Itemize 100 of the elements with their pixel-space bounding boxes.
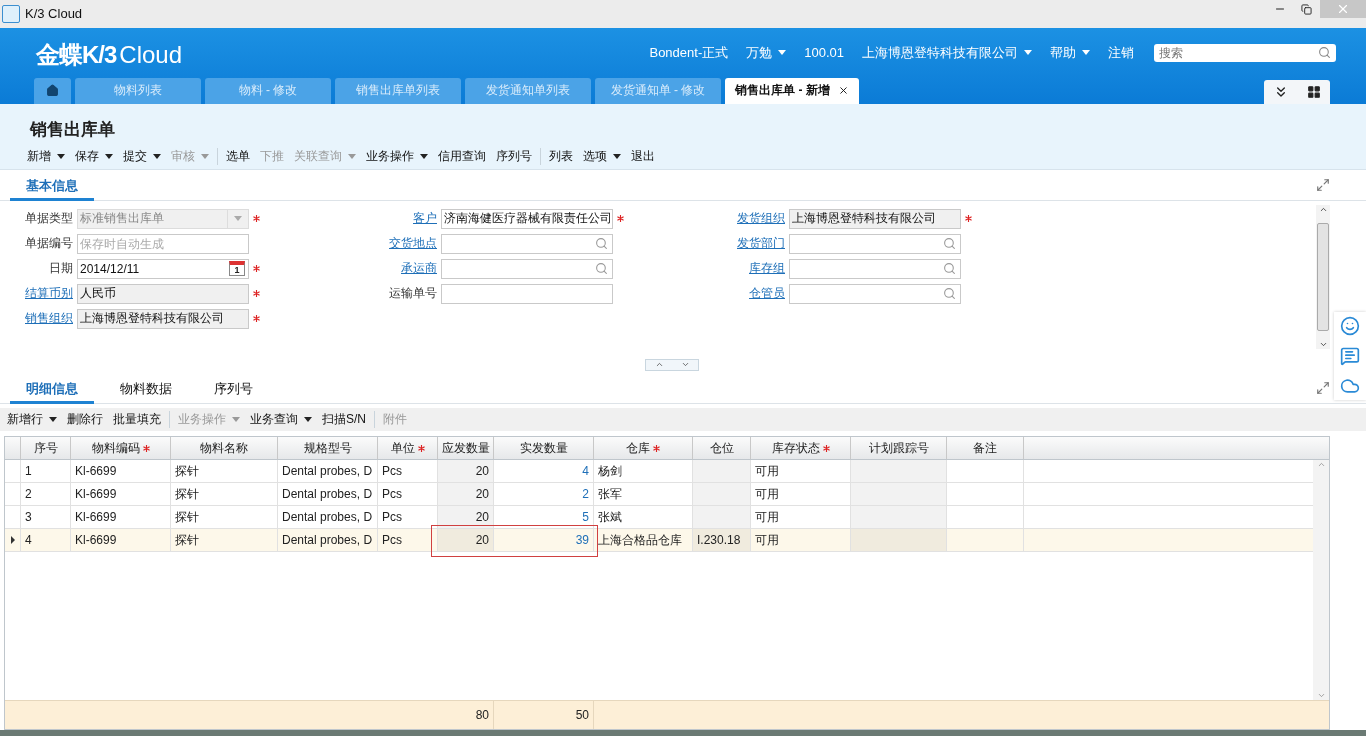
table-cell: Kl-6699 xyxy=(71,529,171,552)
toolbar-button[interactable]: 新增行 xyxy=(7,411,57,428)
column-header[interactable]: 物料编码 xyxy=(71,437,171,460)
toolbar-button[interactable]: 信用查询 xyxy=(438,147,486,165)
input-field[interactable]: 上海博恩登特科技有限公司 xyxy=(77,308,249,329)
input-field[interactable] xyxy=(441,233,613,254)
header-menu[interactable]: 上海博恩登特科技有限公司 xyxy=(862,43,1032,62)
header-menu[interactable]: 注销 xyxy=(1108,43,1134,62)
column-header[interactable]: 备注 xyxy=(947,437,1024,460)
table-cell: 2 xyxy=(494,483,594,506)
table-cell: Kl-6699 xyxy=(71,483,171,506)
table-cell: Dental probes, D xyxy=(278,506,378,529)
table-cell: 20 xyxy=(438,460,494,483)
caret-icon xyxy=(778,50,787,56)
table-cell: Kl-6699 xyxy=(71,460,171,483)
toolbar-button[interactable]: 批量填充 xyxy=(113,411,161,428)
field-link[interactable]: 销售组织 xyxy=(25,310,73,328)
column-header[interactable]: 规格型号 xyxy=(278,437,378,460)
smile-icon[interactable] xyxy=(1340,316,1360,336)
toolbar-button[interactable]: 选项 xyxy=(583,147,621,165)
toolbar-button[interactable]: 删除行 xyxy=(67,411,103,428)
caret-icon xyxy=(232,417,240,422)
table-cell: 20 xyxy=(438,506,494,529)
input-field[interactable] xyxy=(789,283,961,304)
input-field[interactable]: 保存时自动生成 xyxy=(77,233,249,254)
field-link[interactable]: 仓管员 xyxy=(749,285,785,303)
field-link[interactable]: 发货组织 xyxy=(737,210,785,228)
column-header[interactable]: 计划跟踪号 xyxy=(851,437,947,460)
table-cell: 可用 xyxy=(751,483,851,506)
calendar-icon[interactable]: 1 xyxy=(229,261,245,277)
search-icon[interactable] xyxy=(595,262,608,276)
table-cell: 可用 xyxy=(751,460,851,483)
input-field[interactable]: 人民币 xyxy=(77,283,249,304)
table-cell: 4 xyxy=(21,529,71,552)
field-link[interactable]: 客户 xyxy=(413,210,437,228)
tab[interactable]: 物料数据 xyxy=(104,379,188,404)
toolbar-button[interactable]: 保存 xyxy=(75,147,113,165)
input-field[interactable] xyxy=(441,258,613,279)
input-field[interactable]: 济南海健医疗器械有限责任公司 xyxy=(441,208,613,229)
toolbar-button[interactable]: 提交 xyxy=(123,147,161,165)
table-cell: 杨剑 xyxy=(594,460,693,483)
toolbar-button[interactable]: 业务查询 xyxy=(250,411,312,428)
table-cell: 20 xyxy=(438,529,494,552)
restore-icon xyxy=(1301,3,1312,15)
caret-icon xyxy=(201,153,209,159)
input-field[interactable] xyxy=(789,258,961,279)
input-field[interactable]: 上海博恩登特科技有限公司 xyxy=(789,208,961,229)
search-icon[interactable] xyxy=(943,237,956,251)
field-link[interactable]: 承运商 xyxy=(401,260,437,278)
table-cell: Pcs xyxy=(378,460,438,483)
toolbar-button[interactable]: 列表 xyxy=(549,147,573,165)
table-cell: 探针 xyxy=(171,460,278,483)
table-cell: Dental probes, D xyxy=(278,529,378,552)
collapse-toggle[interactable] xyxy=(645,358,699,371)
search-icon[interactable] xyxy=(943,287,956,301)
search-field[interactable]: 搜索 xyxy=(1154,43,1336,62)
search-icon[interactable] xyxy=(943,262,956,276)
header-menu[interactable]: Bondent-正式 xyxy=(649,43,729,62)
tab[interactable]: 序列号 xyxy=(198,379,269,404)
close-icon[interactable] xyxy=(837,85,849,97)
scrollbar[interactable] xyxy=(1316,204,1330,349)
header-menu[interactable]: 100.01 xyxy=(804,45,844,61)
tab[interactable]: 销售出库单 - 新增 xyxy=(725,77,859,104)
search-icon[interactable] xyxy=(1318,45,1331,59)
input-field[interactable] xyxy=(441,283,613,304)
toolbar-button[interactable]: 选单 xyxy=(226,147,250,165)
search-icon[interactable] xyxy=(595,237,608,251)
column-header[interactable]: 仓库 xyxy=(594,437,693,460)
toolbar-button[interactable]: 退出 xyxy=(631,147,655,165)
window-title: K/3 Cloud xyxy=(25,6,83,22)
toolbar-button[interactable]: 序列号 xyxy=(496,147,532,165)
field-link[interactable]: 库存组 xyxy=(749,260,785,278)
expand-button[interactable] xyxy=(1316,177,1330,192)
column-header[interactable]: 实发数量 xyxy=(494,437,594,460)
field-link[interactable]: 结算币别 xyxy=(25,285,73,303)
toolbar-button[interactable]: 业务操作 xyxy=(366,147,428,165)
header-menu[interactable]: 万勉 xyxy=(746,43,787,62)
cloud-icon[interactable] xyxy=(1340,376,1360,396)
page-title: 销售出库单 xyxy=(30,118,116,141)
field-link[interactable]: 交货地点 xyxy=(389,235,437,253)
toolbar-button[interactable]: 新增 xyxy=(27,147,65,165)
table-cell: Pcs xyxy=(378,506,438,529)
column-header[interactable]: 物料名称 xyxy=(171,437,278,460)
tab[interactable]: 明细信息 xyxy=(10,379,94,404)
scrollbar[interactable] xyxy=(1313,460,1329,701)
column-header[interactable]: 应发数量 xyxy=(438,437,494,460)
home-tab[interactable] xyxy=(34,77,71,104)
input-field[interactable] xyxy=(789,233,961,254)
expand-button[interactable] xyxy=(1316,380,1330,395)
message-icon[interactable] xyxy=(1340,346,1360,366)
column-header[interactable]: 序号 xyxy=(21,437,71,460)
header-menu[interactable]: 帮助 xyxy=(1050,43,1090,62)
table-cell: 39 xyxy=(494,529,594,552)
toolbar-button[interactable]: 扫描S/N xyxy=(322,411,366,428)
section-tab[interactable]: 基本信息 xyxy=(10,176,94,201)
column-header[interactable]: 库存状态 xyxy=(751,437,851,460)
column-header[interactable]: 单位 xyxy=(378,437,438,460)
field-link[interactable]: 发货部门 xyxy=(737,235,785,253)
table-cell xyxy=(693,506,751,529)
column-header[interactable]: 仓位 xyxy=(693,437,751,460)
